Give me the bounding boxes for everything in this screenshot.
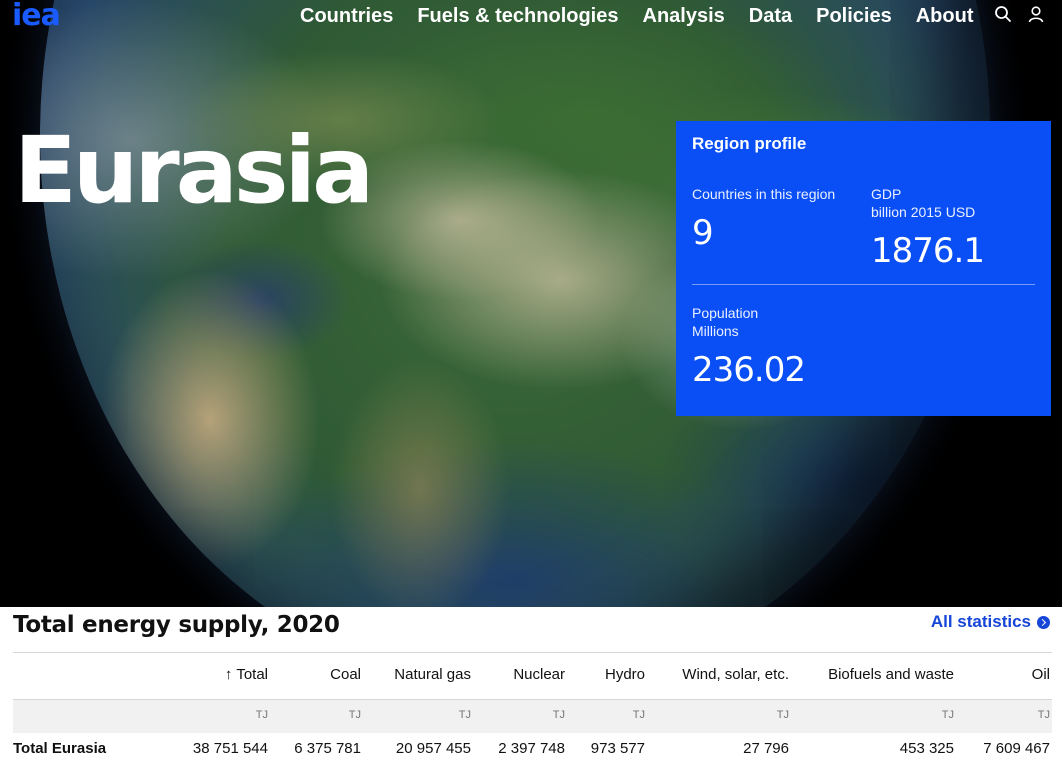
- population-value: 236.02: [692, 350, 806, 390]
- gdp-value: 1876.1: [871, 231, 985, 271]
- column-header-oil[interactable]: Oil: [1032, 666, 1050, 683]
- nav-fuels-technologies[interactable]: Fuels & technologies: [417, 5, 618, 28]
- cell-coal: 6 375 781: [294, 740, 361, 757]
- unit-nuclear: TJ: [552, 709, 565, 721]
- sort-arrow-icon: ↑: [224, 666, 233, 683]
- units-row: [13, 700, 1052, 733]
- page-title: Eurasia: [14, 117, 374, 224]
- main-navigation: Countries Fuels & technologies Analysis …: [300, 2, 998, 30]
- column-header-coal[interactable]: Coal: [330, 666, 361, 683]
- column-header-nuclear[interactable]: Nuclear: [513, 666, 565, 683]
- section-title: Total energy supply, 2020: [13, 612, 340, 638]
- gdp-unit: billion 2015 USD: [871, 204, 976, 220]
- unit-biofuels-waste: TJ: [941, 709, 954, 721]
- column-header-biofuels-waste[interactable]: Biofuels and waste: [828, 666, 954, 683]
- region-profile-card: Region profile Countries in this region …: [676, 121, 1051, 416]
- unit-hydro: TJ: [632, 709, 645, 721]
- cell-oil: 7 609 467: [983, 740, 1050, 757]
- unit-wind-solar: TJ: [776, 709, 789, 721]
- cell-nuclear: 2 397 748: [498, 740, 565, 757]
- iea-logo[interactable]: iea: [12, 1, 61, 31]
- unit-natural-gas: TJ: [458, 709, 471, 721]
- nav-about[interactable]: About: [916, 5, 974, 28]
- gdp-label: GDP: [871, 186, 902, 202]
- cell-wind-solar: 27 796: [743, 740, 789, 757]
- nav-data[interactable]: Data: [749, 5, 792, 28]
- unit-total: TJ: [255, 709, 268, 721]
- population-label: Population: [692, 305, 759, 321]
- column-header-total[interactable]: ↑ Total: [225, 666, 268, 683]
- all-statistics-link[interactable]: All statistics: [931, 612, 1050, 632]
- population-unit: Millions: [692, 323, 739, 339]
- countries-value: 9: [692, 213, 714, 253]
- nav-analysis[interactable]: Analysis: [643, 5, 725, 28]
- region-profile-title: Region profile: [692, 134, 807, 153]
- profile-divider: [692, 284, 1035, 285]
- all-statistics-label: All statistics: [930, 612, 1031, 631]
- arrow-circle-icon: [1037, 615, 1050, 629]
- nav-policies[interactable]: Policies: [816, 5, 892, 28]
- search-icon[interactable]: [994, 5, 1012, 23]
- table-top-rule: [13, 652, 1052, 653]
- unit-coal: TJ: [348, 709, 361, 721]
- column-header-hydro[interactable]: Hydro: [605, 666, 645, 683]
- unit-oil: TJ: [1037, 709, 1050, 721]
- cell-natural-gas: 20 957 455: [395, 740, 471, 757]
- row-label-total-eurasia: Total Eurasia: [13, 740, 107, 757]
- cell-total: 38 751 544: [192, 740, 268, 757]
- cell-biofuels-waste: 453 325: [899, 740, 954, 757]
- nav-countries[interactable]: Countries: [300, 5, 393, 28]
- column-header-natural-gas[interactable]: Natural gas: [394, 666, 471, 683]
- cell-hydro: 973 577: [590, 740, 645, 757]
- column-header-wind-solar[interactable]: Wind, solar, etc.: [682, 666, 789, 683]
- user-icon[interactable]: [1027, 5, 1045, 23]
- countries-label: Countries in this region: [692, 186, 836, 202]
